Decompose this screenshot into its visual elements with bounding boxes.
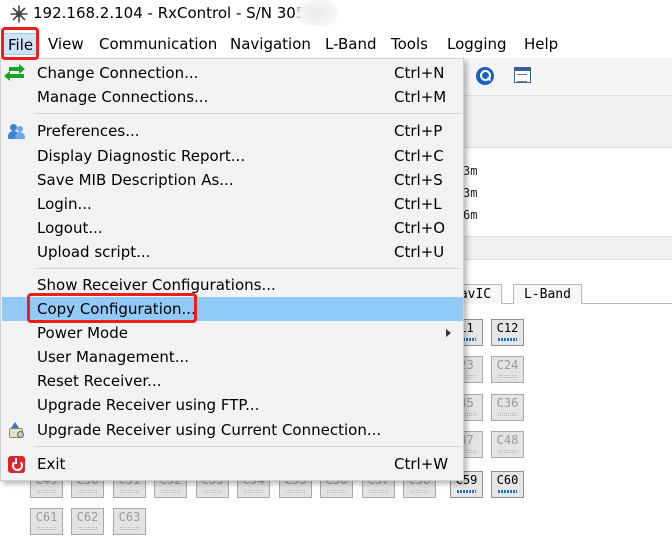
menu-item-label: User Management... [37, 348, 190, 366]
menu-item-preferences[interactable]: Preferences... Ctrl+P [2, 119, 463, 143]
menu-item-shortcut: Ctrl+U [394, 243, 445, 261]
menu-item-power-mode[interactable]: Power Mode [2, 321, 463, 345]
menu-separator [35, 268, 461, 269]
menu-item-user-management[interactable]: User Management... [2, 345, 463, 369]
menu-item-shortcut: Ctrl+O [394, 219, 446, 237]
menu-separator [35, 113, 461, 114]
title-bar: 192.168.2.104 - RxControl - S/N 305 [0, 0, 672, 30]
menu-item-shortcut: Ctrl+S [394, 171, 443, 189]
distance-value: 6m [463, 208, 478, 222]
satellite-id: C60 [496, 473, 519, 487]
satellite-id: C62 [76, 510, 99, 524]
annotation-highlight-copy-configuration [27, 293, 197, 323]
menu-item-label: Upload script... [37, 243, 151, 261]
panel-divider [462, 236, 672, 260]
menu-item-label: Exit [37, 455, 66, 473]
menu-l-band[interactable]: L-Band [325, 33, 376, 55]
info-panel [462, 96, 672, 148]
menu-communication[interactable]: Communication [99, 33, 217, 55]
menu-item-diagnostic-report[interactable]: Display Diagnostic Report... Ctrl+C [2, 144, 463, 168]
distance-value: 3m [463, 186, 478, 200]
exit-icon [8, 456, 25, 473]
menu-item-upgrade-ftp[interactable]: Upgrade Receiver using FTP... [2, 393, 463, 417]
tab-l-band[interactable]: L-Band [513, 284, 582, 304]
menu-item-label: Manage Connections... [37, 88, 209, 106]
menu-tools[interactable]: Tools [391, 33, 428, 55]
satellite-id: C63 [118, 510, 141, 524]
menu-item-save-mib[interactable]: Save MIB Description As... Ctrl+S [2, 168, 463, 192]
app-icon [10, 5, 28, 23]
menu-item-shortcut: Ctrl+C [394, 147, 444, 165]
window-view-icon[interactable] [514, 67, 531, 83]
satellite-id: C36 [496, 396, 519, 410]
change-connection-icon [4, 64, 25, 82]
redacted-serial [296, 0, 338, 26]
satellite-id: C24 [496, 358, 519, 372]
satellite-tile[interactable]: C24 [491, 356, 524, 383]
distance-value: 3m [463, 164, 478, 178]
window-title: 192.168.2.104 - RxControl - S/N 305 [33, 4, 306, 22]
menu-item-reset-receiver[interactable]: Reset Receiver... [2, 369, 463, 393]
menu-item-label: Change Connection... [37, 64, 199, 82]
menu-item-exit[interactable]: Exit Ctrl+W [2, 452, 463, 476]
menu-item-login[interactable]: Login... Ctrl+L [2, 192, 463, 216]
zoom-search-icon[interactable] [476, 67, 494, 85]
menu-item-label: Display Diagnostic Report... [37, 147, 246, 165]
satellite-tile[interactable]: C60 [491, 471, 524, 498]
menu-item-label: Logout... [37, 219, 103, 237]
submenu-arrow-icon [446, 329, 451, 337]
menu-item-shortcut: Ctrl+L [394, 195, 442, 213]
menu-item-label: Save MIB Description As... [37, 171, 234, 189]
satellite-tile[interactable]: C12 [491, 319, 524, 346]
menu-item-upload-script[interactable]: Upload script... Ctrl+U [2, 240, 463, 264]
preferences-icon [8, 123, 25, 140]
menu-item-shortcut: Ctrl+P [394, 122, 443, 140]
menu-item-shortcut: Ctrl+W [394, 455, 449, 473]
menu-help[interactable]: Help [524, 33, 558, 55]
satellite-tile[interactable]: C63 [113, 508, 146, 535]
satellite-tile[interactable]: C62 [71, 508, 104, 535]
menu-navigation[interactable]: Navigation [230, 33, 311, 55]
menu-separator [35, 446, 461, 447]
satellite-id: C61 [35, 510, 58, 524]
upgrade-icon [8, 422, 25, 439]
file-menu-dropdown: Change Connection... Ctrl+N Manage Conne… [0, 58, 464, 481]
menu-item-shortcut: Ctrl+M [394, 88, 447, 106]
satellite-tile[interactable]: C36 [491, 394, 524, 421]
satellite-id: C12 [496, 321, 519, 335]
menu-item-logout[interactable]: Logout... Ctrl+O [2, 216, 463, 240]
menu-item-manage-connections[interactable]: Manage Connections... Ctrl+M [2, 85, 463, 109]
menu-item-label: Preferences... [37, 122, 140, 140]
menu-item-label: Reset Receiver... [37, 372, 162, 390]
satellite-tile[interactable]: C48 [491, 431, 524, 458]
menu-item-shortcut: Ctrl+N [394, 64, 445, 82]
menu-item-upgrade-current-connection[interactable]: Upgrade Receiver using Current Connectio… [2, 418, 463, 442]
menu-logging[interactable]: Logging [447, 33, 507, 55]
menu-item-label: Upgrade Receiver using Current Connectio… [37, 421, 382, 439]
menu-view[interactable]: View [48, 33, 84, 55]
satellite-tile[interactable]: C61 [30, 508, 63, 535]
menu-item-label: Login... [37, 195, 92, 213]
satellite-id: C48 [496, 433, 519, 447]
menu-bar: File View Communication Navigation L-Ban… [0, 30, 672, 58]
menu-item-change-connection[interactable]: Change Connection... Ctrl+N [2, 61, 463, 85]
menu-item-label: Upgrade Receiver using FTP... [37, 396, 260, 414]
menu-item-label: Power Mode [37, 324, 128, 342]
annotation-highlight-file-menu [1, 27, 39, 60]
